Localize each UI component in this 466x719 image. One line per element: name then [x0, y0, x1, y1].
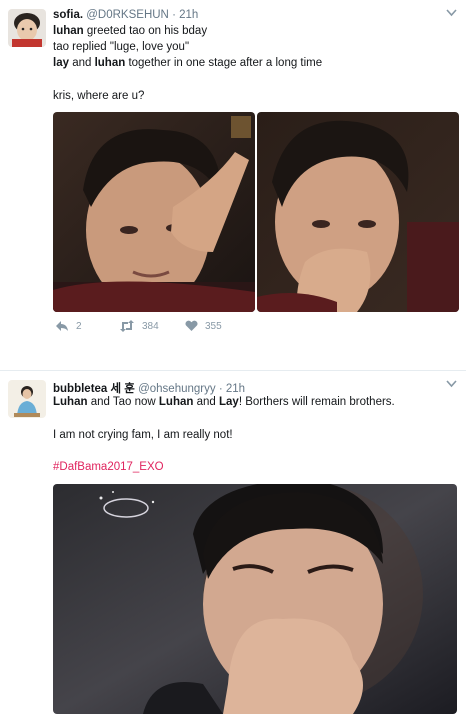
timestamp[interactable]: 21h: [226, 383, 245, 395]
bold-mention: luhan: [94, 57, 126, 69]
username[interactable]: @ohsehungryy: [138, 383, 216, 395]
reply-icon: [56, 321, 68, 331]
avatar[interactable]: [8, 380, 46, 418]
tweet-2: bubbletea 세 훈 @ohsehungryy · 21h Luhan a…: [0, 371, 466, 719]
separator-dot: ·: [218, 383, 223, 395]
tweet-text-line: lay and luhan together in one stage afte…: [53, 57, 322, 69]
chevron-down-icon[interactable]: [446, 8, 457, 20]
media-image[interactable]: [53, 484, 457, 714]
display-name-suffix: 세 훈: [110, 383, 135, 395]
media-image-left[interactable]: [53, 112, 255, 312]
retweet-button[interactable]: 384: [119, 320, 159, 332]
like-button[interactable]: 355: [185, 320, 222, 332]
separator-dot: ·: [172, 9, 176, 21]
tweet-text-line: kris, where are u?: [53, 90, 145, 102]
retweet-icon: [120, 320, 134, 332]
text-fragment: and: [193, 396, 219, 408]
reply-count: 2: [76, 320, 82, 332]
tweet-actions: 2 384 355: [53, 320, 453, 336]
tweet-header: bubbletea 세 훈 @ohsehungryy · 21h: [53, 380, 245, 396]
bold-mention: luhan: [53, 25, 84, 37]
text-fragment: together in one stage after a long time: [125, 57, 323, 69]
retweet-count: 384: [142, 320, 159, 332]
display-name[interactable]: bubbletea: [53, 383, 107, 395]
tweet-text-line: I am not crying fam, I am really not!: [53, 429, 233, 441]
bold-mention: lay: [53, 57, 69, 69]
heart-icon: [185, 320, 198, 331]
reply-button[interactable]: 2: [55, 320, 82, 332]
tweet-text-line: luhan greeted tao on his bday: [53, 25, 207, 37]
bold-mention: Luhan: [158, 396, 194, 408]
timestamp[interactable]: 21h: [179, 9, 198, 21]
text-fragment: ! Borthers will remain brothers.: [238, 396, 395, 408]
chevron-down-icon[interactable]: [446, 379, 457, 391]
avatar[interactable]: [8, 9, 46, 47]
tweet-text-line: tao replied "luge, love you": [53, 41, 190, 53]
bold-mention: Luhan: [53, 396, 88, 408]
hashtag-link[interactable]: #DafBama2017_EXO: [53, 461, 164, 473]
display-name[interactable]: sofia.: [53, 9, 83, 21]
tweet-text-line: Luhan and Tao now Luhan and Lay! Borther…: [53, 396, 395, 408]
media-image-right[interactable]: [257, 112, 459, 312]
text-fragment: greeted tao on his bday: [83, 25, 208, 37]
username[interactable]: @D0RKSEHUN: [86, 9, 169, 21]
text-fragment: and Tao now: [87, 396, 159, 408]
text-fragment: and: [69, 57, 95, 69]
tweet-header: sofia. @D0RKSEHUN · 21h: [53, 9, 198, 21]
bold-mention: Lay: [218, 396, 239, 408]
tweet-1: sofia. @D0RKSEHUN · 21h luhan greeted ta…: [0, 0, 466, 370]
like-count: 355: [205, 320, 222, 332]
